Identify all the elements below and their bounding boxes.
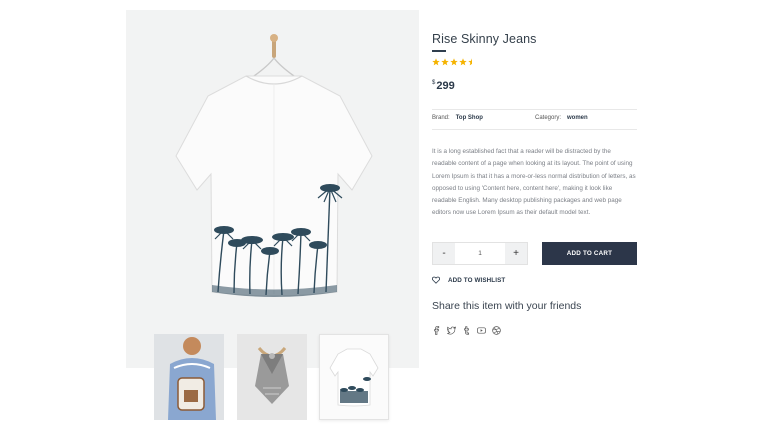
main-product-image (126, 10, 419, 368)
product-price: $299 (432, 80, 455, 92)
dribbble-icon[interactable] (492, 322, 501, 335)
half-star-icon (468, 58, 472, 66)
shirt-thumbnail-image (320, 335, 388, 419)
divider (432, 129, 637, 130)
category-label: Category: (535, 115, 562, 121)
backpack-image (154, 334, 224, 420)
brand-value[interactable]: Top Shop (456, 115, 483, 121)
category-value[interactable]: women (567, 115, 588, 121)
product-description: It is a long established fact that a rea… (432, 148, 636, 217)
decrease-quantity-button[interactable]: - (433, 243, 455, 264)
star-icon (459, 58, 467, 66)
wishlist-label: ADD TO WISHLIST (448, 276, 506, 284)
add-to-wishlist-link[interactable]: ADD TO WISHLIST (432, 275, 505, 285)
social-share-icons (432, 322, 501, 335)
category-info: Category: women (535, 115, 588, 121)
add-to-cart-button[interactable]: ADD TO CART (542, 242, 637, 265)
thumbnail-shirt[interactable] (319, 334, 389, 420)
quantity-stepper: - 1 + (432, 242, 528, 265)
scarf-image (237, 334, 307, 420)
brand-label: Brand: (432, 115, 450, 121)
quantity-input[interactable]: 1 (455, 243, 505, 264)
title-underline (432, 50, 446, 52)
heart-icon (432, 276, 440, 284)
star-icon (450, 58, 458, 66)
star-icon (441, 58, 449, 66)
price-value: 299 (436, 80, 455, 92)
shirt-illustration (175, 34, 373, 297)
divider (432, 109, 637, 110)
product-title: Rise Skinny Jeans (432, 32, 537, 46)
currency-symbol: $ (432, 80, 436, 86)
increase-quantity-button[interactable]: + (505, 243, 527, 264)
thumbnail-scarf[interactable] (237, 334, 307, 420)
facebook-icon[interactable] (432, 322, 441, 335)
thumbnail-backpack[interactable] (154, 334, 224, 420)
brand-info: Brand: Top Shop (432, 115, 483, 121)
tumblr-icon[interactable] (462, 322, 471, 335)
youtube-icon[interactable] (477, 322, 486, 334)
star-rating (432, 58, 476, 68)
share-title: Share this item with your friends (432, 300, 582, 312)
twitter-icon[interactable] (447, 322, 457, 335)
star-icon (432, 58, 440, 66)
